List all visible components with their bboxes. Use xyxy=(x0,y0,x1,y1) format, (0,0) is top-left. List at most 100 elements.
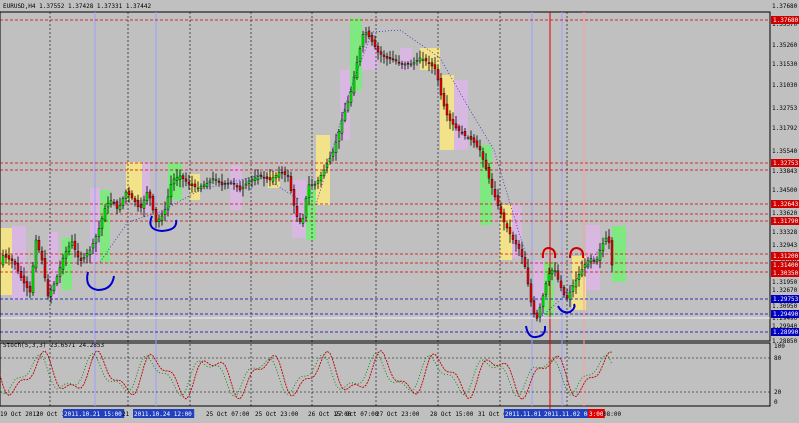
bull-candle xyxy=(103,208,107,221)
bear-candle xyxy=(25,281,29,288)
zone-purple xyxy=(512,205,522,258)
bear-candle xyxy=(496,195,500,206)
bear-candle xyxy=(367,30,371,37)
red-price-badge-label: 1.31400 xyxy=(773,262,799,269)
bull-candle xyxy=(346,101,350,111)
price-chart[interactable]: 1.376801.353701.352601.315301.310301.327… xyxy=(0,0,799,423)
price-axis-label: 1.30950 xyxy=(772,303,798,310)
stoch-title: Stoch(5,3,3) 23.6571 24.2853 xyxy=(3,342,105,349)
bull-candle xyxy=(121,198,125,206)
bear-candle xyxy=(295,206,299,217)
bull-candle xyxy=(178,175,182,180)
bull-candle xyxy=(595,258,599,263)
bear-candle xyxy=(559,280,563,288)
bear-candle xyxy=(523,257,527,267)
bull-candle xyxy=(403,63,407,66)
bull-candle xyxy=(247,180,251,184)
bull-candle xyxy=(157,218,161,222)
time-axis-label: 2011.10.24 12:00 xyxy=(134,411,192,418)
bull-candle xyxy=(583,264,587,268)
bear-candle xyxy=(424,58,428,62)
bear-candle xyxy=(268,177,272,181)
bull-candle xyxy=(601,243,605,251)
bear-candle xyxy=(187,182,191,185)
chart-window[interactable]: 1.37680 1.35370 1.35260 1.31530 1.31030 1.327… xyxy=(0,0,799,423)
bull-candle xyxy=(64,251,68,259)
bear-candle xyxy=(607,236,611,243)
stoch-axis-label: 20 xyxy=(774,389,782,396)
bear-candle xyxy=(511,234,515,240)
bear-candle xyxy=(181,175,185,179)
bull-candle xyxy=(541,295,545,307)
bull-candle xyxy=(547,273,551,282)
bear-candle xyxy=(493,189,497,198)
bear-candle xyxy=(46,279,50,297)
bear-candle xyxy=(562,287,566,296)
bear-candle xyxy=(478,146,482,151)
price-axis-label: 1.33843 xyxy=(772,168,798,175)
bull-candle xyxy=(1,255,5,266)
bull-candle xyxy=(142,199,146,209)
bull-candle xyxy=(160,215,164,221)
bear-candle xyxy=(460,131,464,134)
bull-candle xyxy=(211,178,215,181)
bull-candle xyxy=(544,283,548,295)
bear-candle xyxy=(4,254,8,258)
bull-candle xyxy=(85,253,89,257)
bull-candle xyxy=(61,257,65,270)
bear-candle xyxy=(16,262,20,272)
bear-candle xyxy=(73,240,77,250)
price-axis-label: 1.34500 xyxy=(772,187,798,194)
red-price-badge-label: 1.30350 xyxy=(773,270,799,277)
bear-candle xyxy=(289,176,293,191)
time-axis-label: 25 Oct 23:00 xyxy=(255,411,299,418)
bear-candle xyxy=(283,171,287,175)
bear-candle xyxy=(445,103,449,116)
bear-candle xyxy=(385,56,389,59)
bull-candle xyxy=(97,228,101,237)
price-axis-label: 1.35540 xyxy=(772,148,798,155)
bear-candle xyxy=(232,183,236,185)
bull-candle xyxy=(343,110,347,121)
bear-candle xyxy=(427,62,431,64)
bull-candle xyxy=(100,218,104,229)
bear-candle xyxy=(436,69,440,81)
bear-candle xyxy=(298,217,302,222)
bull-candle xyxy=(586,260,590,267)
bear-candle xyxy=(40,250,44,261)
zone-purple xyxy=(454,80,468,150)
price-axis-label: 1.32753 xyxy=(772,105,798,112)
bear-candle xyxy=(514,240,518,245)
bear-candle xyxy=(13,261,17,265)
bear-candle xyxy=(481,151,485,160)
bull-candle xyxy=(598,250,602,261)
bear-candle xyxy=(451,119,455,125)
time-axis-label: 2011.10.21 15:00 xyxy=(64,411,122,418)
blue-price-badge-label: 1.28990 xyxy=(773,329,799,336)
bull-candle xyxy=(196,187,200,190)
price-axis-label: 1.35260 xyxy=(772,42,798,49)
bull-candle xyxy=(145,192,149,202)
bull-candle xyxy=(358,48,362,62)
bear-candle xyxy=(502,212,506,223)
bull-candle xyxy=(34,239,38,269)
bull-candle xyxy=(52,283,56,291)
bull-candle xyxy=(361,34,365,48)
bull-candle xyxy=(364,32,368,35)
bear-candle xyxy=(391,58,395,61)
bear-candle xyxy=(406,62,410,65)
bear-candle xyxy=(457,126,461,131)
bear-candle xyxy=(442,93,446,107)
bull-candle xyxy=(337,131,341,142)
bull-candle xyxy=(163,209,167,215)
zone-purple xyxy=(362,45,378,70)
time-axis-label: 27 Oct 07:00 xyxy=(335,411,379,418)
bull-candle xyxy=(415,60,419,62)
bear-candle xyxy=(439,78,443,96)
bull-candle xyxy=(271,177,275,182)
zone-green xyxy=(612,226,626,282)
stoch-axis-label: 80 xyxy=(774,355,782,362)
bull-candle xyxy=(538,307,542,318)
price-axis-label: 1.33328 xyxy=(772,229,798,236)
bear-candle xyxy=(526,267,530,285)
